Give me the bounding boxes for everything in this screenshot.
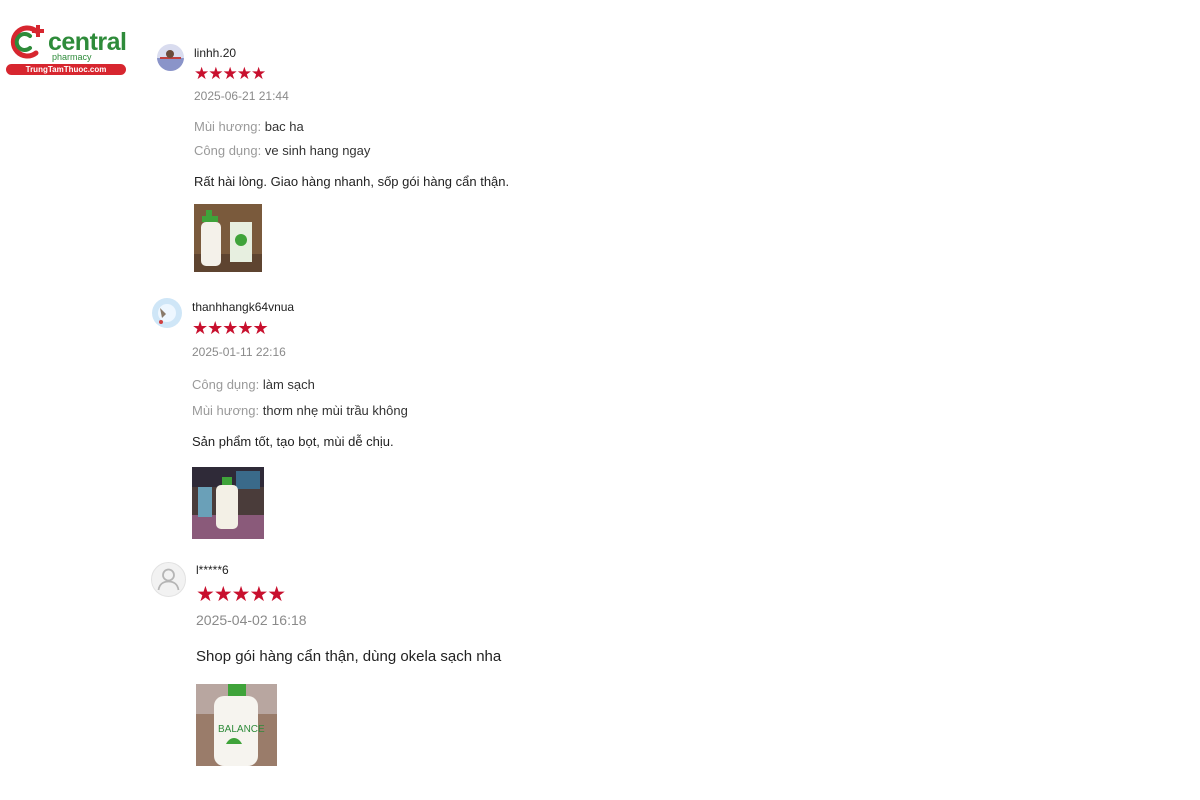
rating-stars: ★★★★★ [192,318,269,339]
user-avatar[interactable] [157,44,184,71]
brand-logo[interactable]: central pharmacy TrungTamThuoc.com [6,22,128,82]
attribute-key: Công dụng: [194,143,262,158]
star-icon: ★★★★★ [196,583,286,606]
brand-name: central [48,27,127,56]
review-photo[interactable] [194,204,262,272]
user-avatar[interactable] [152,298,182,328]
avatar-image-icon [157,44,184,71]
avatar-image-icon [152,298,182,328]
review-attribute: Mùi hương: bac ha [194,119,304,134]
attribute-key: Mùi hương: [194,119,262,134]
product-photo-icon [194,204,262,272]
review-date: 2025-04-02 16:18 [196,612,307,628]
review-attribute: Mùi hương: thơm nhẹ mùi trầu không [192,403,408,418]
photo-label: BALANCE [218,724,265,735]
attribute-key: Công dụng: [192,377,260,392]
attribute-value: ve sinh hang ngay [264,143,371,158]
review-username: thanhhangk64vnua [192,300,295,314]
review-photo[interactable] [192,467,264,539]
attribute-key: Mùi hương: [192,403,260,418]
central-pharmacy-logo-icon [10,25,44,59]
review-comment: Rất hài lòng. Giao hàng nhanh, sốp gói h… [194,174,510,189]
review-date: 2025-06-21 21:44 [194,89,289,103]
rating-stars: ★★★★★ [194,64,266,84]
brand-domain: TrungTamThuoc.com [6,64,126,75]
review-username: linhh.20 [194,46,237,60]
review-attribute: Công dụng: làm sạch [192,377,315,392]
attribute-value: thơm nhẹ mùi trầu không [262,403,408,418]
rating-stars: ★★★★★ [196,582,286,607]
review-comment: Shop gói hàng cẩn thận, dùng okela sạch … [196,648,502,665]
user-avatar[interactable] [151,562,186,597]
product-photo-icon [192,467,264,539]
review-comment: Sản phẩm tốt, tạo bọt, mùi dễ chịu. [192,434,394,449]
attribute-value: làm sạch [262,377,315,392]
review-attribute: Công dụng: ve sinh hang ngay [194,143,370,158]
attribute-value: bac ha [264,119,304,134]
star-icon: ★★★★★ [192,318,269,338]
review-username: l*****6 [196,563,229,577]
review-photo[interactable]: BALANCE [196,684,277,766]
star-icon: ★★★★★ [194,64,266,83]
user-placeholder-icon [157,568,180,591]
review-date: 2025-01-11 22:16 [192,345,286,359]
product-photo-icon: BALANCE [196,684,277,766]
